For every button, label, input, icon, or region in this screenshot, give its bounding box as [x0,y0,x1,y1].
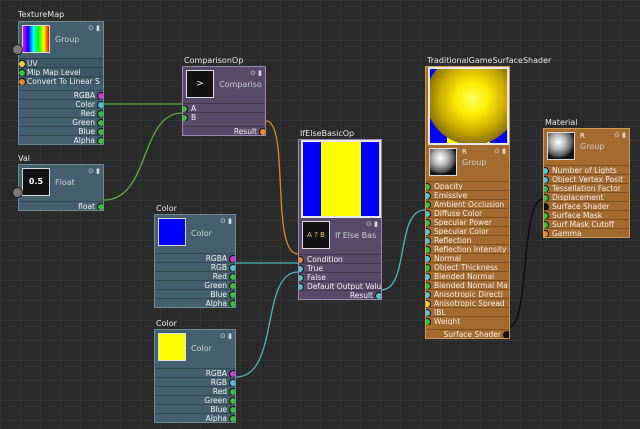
input-row[interactable]: Emissive [426,190,509,199]
wire-result-to-condition[interactable] [265,120,299,255]
input-row[interactable]: Opacity [426,181,509,190]
input-row[interactable]: Blended Normal [426,271,509,280]
input-row[interactable]: Condition [299,254,381,263]
node-settings-icon[interactable]: ⊙ ▮ [494,147,506,155]
input-row[interactable]: Ambient Occlusion [426,199,509,208]
output-row[interactable]: Blue [155,404,235,413]
output-row[interactable]: Surface Shader [426,329,509,338]
float-value-box: 0.5 [22,168,50,196]
node-settings-icon[interactable]: ⊙ ▮ [250,69,262,77]
input-row[interactable]: Object Vertex Posit [544,174,629,183]
output-row[interactable]: Green [155,280,235,289]
output-row[interactable]: Red [19,108,103,117]
render-badge: R [462,148,467,156]
input-row[interactable]: Reflection Intensity [426,244,509,253]
node-settings-icon[interactable]: ⊙ ▮ [88,167,100,175]
node-collapse-handle[interactable] [12,187,23,198]
output-row[interactable]: Result [183,126,265,135]
node-settings-icon[interactable]: ⊙ ▮ [88,24,100,32]
shader-preview [428,67,509,145]
node-kind-label: Group [580,142,605,151]
output-row[interactable]: RGB [155,377,235,386]
output-row[interactable]: RGBA [155,368,235,377]
input-row[interactable]: Weight [426,316,509,325]
wire-ifelse-result-to-diffuse[interactable] [380,209,426,291]
node-title: Val [18,154,30,163]
node-title: TraditionalGameSurfaceShader [427,56,552,65]
output-row[interactable]: float [19,201,103,210]
input-row[interactable]: Anisotropic Directi [426,289,509,298]
node-title: ComparisonOp [184,56,244,65]
input-row[interactable]: UV [19,58,103,67]
node-title: Color [156,204,177,213]
input-row[interactable]: Convert To Linear S [19,76,103,85]
output-row[interactable]: Alpha [19,135,103,144]
node-kind-label: Group [462,158,487,167]
node-settings-icon[interactable]: ⊙ ▮ [220,217,232,225]
output-row[interactable]: Alpha [155,413,235,422]
input-row[interactable]: Surface Shader [544,201,629,210]
input-row[interactable]: Gamma [544,228,629,237]
color-swatch[interactable] [158,218,186,246]
node-kind-label: Compariso [219,80,262,89]
output-row[interactable]: Green [155,395,235,404]
output-row[interactable]: Red [155,386,235,395]
input-row[interactable]: Specular Color [426,226,509,235]
node-title: TextureMap [18,10,65,19]
input-row[interactable]: Specular Power [426,217,509,226]
input-row[interactable]: B [183,112,265,121]
input-row[interactable]: Number of Lights [544,165,629,174]
output-row[interactable]: RGBA [19,90,103,99]
input-row[interactable]: Object Thickness [426,262,509,271]
input-row[interactable]: Blended Normal Ma [426,280,509,289]
input-row[interactable]: Normal [426,253,509,262]
color-swatch[interactable] [158,333,186,361]
node-title: Color [156,319,177,328]
output-row[interactable]: Blue [155,289,235,298]
input-row[interactable]: A [183,103,265,112]
input-row[interactable]: False [299,272,381,281]
output-row[interactable]: Red [155,271,235,280]
output-row[interactable]: Blue [19,126,103,135]
output-row[interactable]: Result [299,290,381,299]
node-settings-icon[interactable]: ⊙ ▮ [614,131,626,139]
output-row[interactable]: RGB [155,262,235,271]
sphere-thumbnail [547,132,575,160]
input-row[interactable]: Displacement [544,192,629,201]
node-kind-label: Color [191,344,212,353]
output-row[interactable]: RGBA [155,253,235,262]
output-row[interactable]: Alpha [155,298,235,307]
input-row[interactable]: Surf Mask Cutoff [544,219,629,228]
input-row[interactable]: True [299,263,381,272]
node-kind-label: Color [191,229,212,238]
node-title: Material [545,118,578,127]
input-row[interactable]: Surface Mask [544,210,629,219]
operator-box: A ? B [302,221,330,249]
node-title: IfElseBasicOp [300,129,355,138]
input-row[interactable]: Default Output Valu [299,281,381,290]
node-settings-icon[interactable]: ⊙ ▮ [220,332,232,340]
node-collapse-handle[interactable] [12,44,23,55]
input-row[interactable]: Anisotropic Spread [426,298,509,307]
output-row[interactable]: Green [19,117,103,126]
input-row[interactable]: Mip Map Level [19,67,103,76]
node-settings-icon[interactable]: ⊙ ▮ [366,220,378,228]
preview-swatch [301,140,381,218]
node-graph-canvas[interactable]: TextureMap Group ⊙ ▮ UV Mip Map Level Co… [0,0,640,429]
node-kind-label: Group [55,35,80,44]
wire-yellow-rgb-to-false[interactable] [235,271,299,378]
input-row[interactable]: Diffuse Color [426,208,509,217]
input-row[interactable]: Tessellation Factor [544,183,629,192]
input-row[interactable]: IBL [426,307,509,316]
sphere-thumbnail [429,148,457,176]
render-badge: R [580,132,585,140]
texture-thumbnail [22,25,50,53]
operator-box: > [186,70,214,98]
wire-float-to-b[interactable] [103,112,183,201]
node-kind-label: If Else Bas [335,231,377,240]
wire-shader-to-material[interactable] [508,198,544,328]
node-kind-label: Float [55,178,75,187]
input-row[interactable]: Reflection [426,235,509,244]
output-row[interactable]: Color [19,99,103,108]
